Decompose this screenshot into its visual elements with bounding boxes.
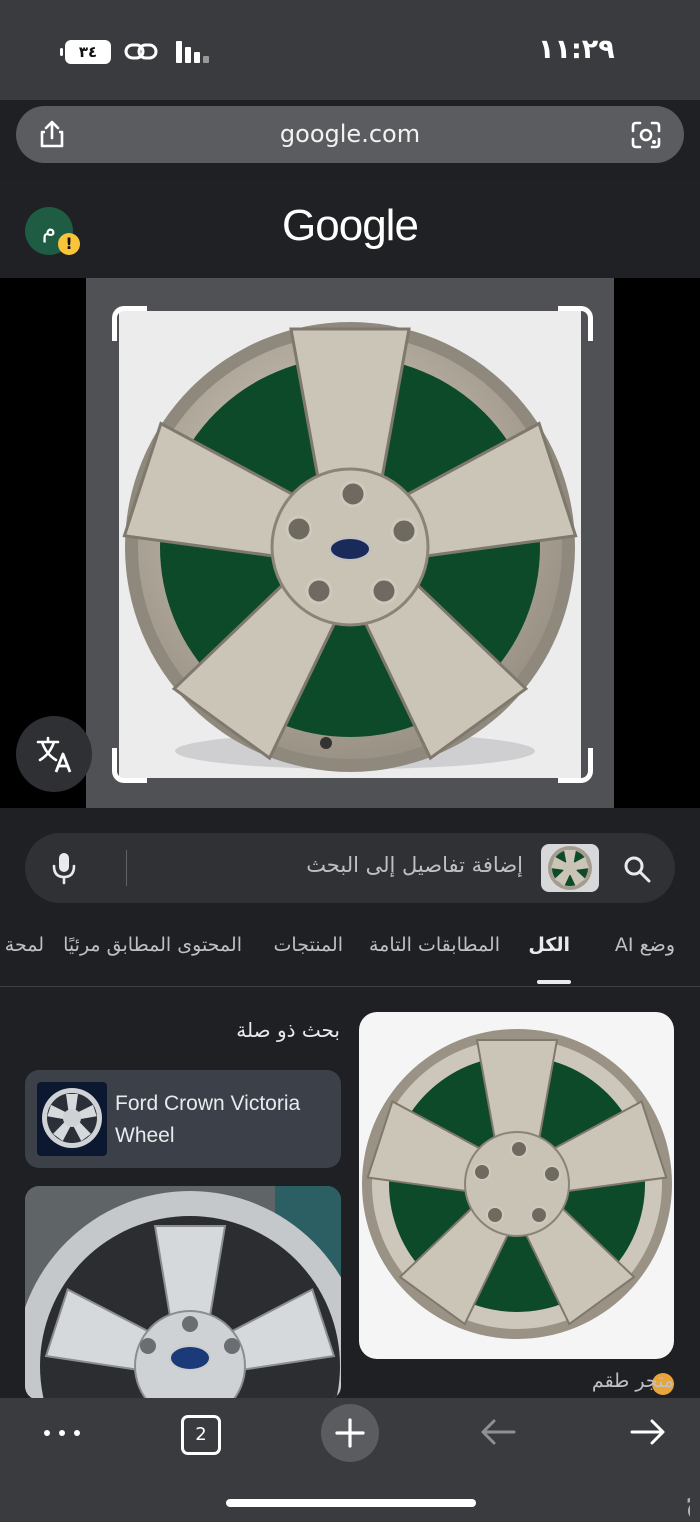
tab-exact-matches[interactable]: المطابقات التامة: [369, 934, 500, 956]
search-divider: [126, 850, 127, 886]
search-tabs: وضع AI الكل المطابقات التامة المنتجات ال…: [0, 918, 700, 987]
tab-all[interactable]: الكل: [528, 934, 570, 956]
translate-icon: [36, 736, 72, 773]
related-search-label[interactable]: Ford Crown Victoria Wheel: [115, 1088, 335, 1152]
tab-ai-mode[interactable]: وضع AI: [615, 934, 675, 956]
address-bar[interactable]: google.com: [16, 106, 684, 163]
lens-image-panel: [0, 278, 700, 808]
svg-text:حراج: حراج: [685, 1481, 690, 1520]
result-source[interactable]: متجر طقم: [592, 1370, 674, 1392]
search-image-thumbnail[interactable]: [541, 844, 599, 892]
search-icon[interactable]: [623, 855, 651, 883]
plus-icon: [335, 1418, 365, 1448]
battery-indicator: ٣٤: [60, 40, 111, 64]
microphone-icon[interactable]: [51, 851, 77, 885]
related-search-title: بحث ذو صلة: [236, 1018, 340, 1042]
translate-button[interactable]: [16, 716, 92, 792]
search-placeholder[interactable]: إضافة تفاصيل إلى البحث: [306, 853, 523, 877]
status-bar: ٣٤ ١١:٢٩ google.com: [0, 0, 700, 163]
home-indicator: [226, 1499, 476, 1507]
tab-products[interactable]: المنتجات: [274, 934, 343, 956]
new-tab-button[interactable]: [321, 1404, 379, 1462]
active-tab-indicator: [537, 980, 571, 984]
image-frame: [86, 278, 614, 808]
url-text[interactable]: google.com: [16, 120, 684, 148]
crop-corner-top-right[interactable]: [558, 306, 593, 341]
crop-corner-bottom-right[interactable]: [558, 748, 593, 783]
google-logo[interactable]: Google: [0, 201, 700, 251]
crop-corner-bottom-left[interactable]: [112, 748, 147, 783]
more-options-icon[interactable]: [40, 1420, 84, 1444]
haraj-watermark-logo: حراج: [685, 1481, 690, 1520]
related-thumbnail: [37, 1082, 107, 1156]
tab-overview[interactable]: لمحة ع: [0, 934, 44, 956]
wheel-image: [119, 311, 581, 778]
tab-switcher-button[interactable]: 2: [181, 1415, 221, 1455]
forward-arrow-icon[interactable]: [628, 1416, 668, 1448]
clock-time: ١١:٢٩: [538, 34, 615, 65]
link-icon: [124, 43, 158, 60]
tab-visual-matches[interactable]: المحتوى المطابق مرئيًا: [63, 934, 242, 956]
crop-corner-top-left[interactable]: [112, 306, 147, 341]
result-image-card[interactable]: [359, 1012, 674, 1359]
related-search-card[interactable]: Ford Crown Victoria Wheel: [25, 1070, 341, 1168]
related-result-image[interactable]: [25, 1186, 341, 1400]
search-refine-box[interactable]: إضافة تفاصيل إلى البحث: [25, 833, 675, 903]
google-lens-icon[interactable]: [630, 120, 662, 150]
back-arrow-icon[interactable]: [478, 1416, 518, 1448]
signal-icon: [176, 41, 210, 63]
